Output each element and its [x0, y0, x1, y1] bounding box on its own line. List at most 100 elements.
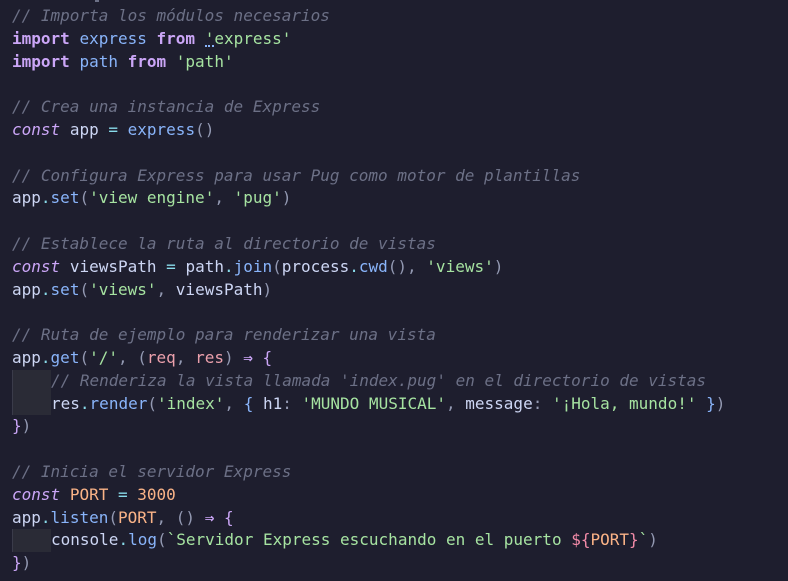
code-token: ) — [223, 348, 234, 367]
code-token: log — [128, 530, 157, 550]
code-token: '/' — [89, 348, 118, 367]
code-token: , — [224, 393, 244, 413]
code-token: 'path' — [175, 51, 234, 71]
code-token: = — [108, 120, 118, 139]
code-token: res — [51, 393, 80, 413]
code-token: ) — [281, 188, 292, 208]
code-token: ( — [79, 348, 90, 367]
code-token: , — [175, 348, 196, 367]
code-line[interactable]: import path from 'path' — [12, 51, 234, 74]
code-token: ) — [715, 393, 726, 413]
code-token: res — [195, 348, 224, 367]
code-line[interactable]: // Renderiza la vista llamada 'index.pug… — [12, 369, 706, 393]
code-token: 'views' — [89, 279, 157, 299]
code-token: path — [185, 256, 224, 276]
code-token: listen — [50, 507, 109, 527]
code-token: const — [12, 120, 61, 139]
code-token: ( — [79, 279, 90, 299]
code-line[interactable]: app.set('view engine', 'pug') — [12, 187, 291, 210]
code-token: set — [50, 188, 80, 208]
code-token: . — [40, 188, 51, 208]
code-token: , — [156, 507, 176, 527]
code-token: } — [706, 393, 716, 413]
code-token: . — [40, 348, 51, 367]
code-token: app — [12, 348, 41, 367]
code-token: , — [214, 188, 234, 208]
code-token: express — [127, 120, 196, 139]
code-line[interactable]: // Ruta de ejemplo para renderizar una v… — [12, 324, 436, 347]
code-token: = — [117, 484, 128, 504]
code-line[interactable]: app.set('views', viewsPath) — [12, 279, 272, 302]
code-line[interactable]: console.log(`Servidor Express escuchando… — [12, 529, 658, 553]
code-editor[interactable]: // Importa los módulos necesarios import … — [0, 0, 788, 581]
code-token: 'MUNDO MUSICAL' — [301, 393, 447, 413]
code-token: ) — [21, 553, 32, 573]
code-line[interactable]: const viewsPath = path.join(process.cwd(… — [12, 256, 503, 279]
code-token: PORT — [590, 530, 629, 550]
code-token: set — [50, 279, 80, 299]
code-line[interactable]: // Configura Express para usar Pug como … — [12, 165, 580, 188]
code-token: get — [50, 348, 80, 367]
code-line[interactable]: // Crea una instancia de Express — [12, 96, 320, 119]
code-token: path — [79, 51, 118, 71]
code-token: , — [446, 393, 466, 413]
code-token: cwd — [358, 256, 388, 276]
code-line[interactable]: import express from 'express' — [12, 28, 291, 51]
code-token: ( — [108, 507, 118, 527]
code-token: . — [349, 256, 359, 276]
code-token: { — [243, 393, 254, 413]
code-token: , — [156, 279, 176, 299]
code-token: ( — [79, 188, 90, 208]
code-token: from — [156, 28, 196, 48]
code-token: app — [12, 279, 41, 299]
code-token: ' — [204, 28, 215, 48]
code-token: } — [12, 553, 22, 573]
code-token: import — [12, 51, 70, 71]
code-token: { — [262, 348, 273, 367]
code-token: } — [629, 530, 639, 550]
code-token: render — [89, 393, 148, 413]
code-token: { — [223, 507, 234, 527]
code-token: 'pug' — [233, 188, 282, 208]
code-token: viewsPath — [69, 256, 157, 276]
code-line[interactable]: // Inicia el servidor Express — [12, 461, 291, 484]
code-line[interactable]: }) — [12, 552, 31, 575]
code-line[interactable]: app.get('/', (req, res) ⇒ { — [12, 347, 272, 370]
code-token: . — [40, 279, 51, 299]
code-token: = — [166, 256, 176, 276]
code-token: h1 — [253, 393, 283, 413]
code-line[interactable]: // Establece la ruta al directorio de vi… — [12, 233, 436, 256]
scroll-edge-marker — [95, 0, 99, 2]
code-token: : — [532, 393, 552, 413]
code-line[interactable]: const PORT = 3000 — [12, 484, 176, 507]
code-token: } — [12, 416, 22, 436]
code-line[interactable]: res.render('index', { h1: 'MUNDO MUSICAL… — [12, 392, 726, 416]
code-token: , — [118, 348, 138, 367]
code-token: . — [118, 530, 129, 550]
code-token: '¡Hola, mundo!' — [551, 393, 697, 413]
code-token: 3000 — [137, 484, 176, 504]
code-line[interactable]: const app = express() — [12, 119, 214, 142]
code-line[interactable]: // Importa los módulos necesarios — [12, 5, 330, 28]
code-token: 'view engine' — [89, 188, 215, 208]
code-token: ( — [272, 256, 282, 276]
code-line[interactable]: app.listen(PORT, () ⇒ { — [12, 507, 234, 530]
code-line[interactable]: }) — [12, 415, 31, 438]
code-token: join — [233, 256, 273, 276]
code-token: // Crea una instancia de Express — [12, 97, 321, 117]
code-token: . — [40, 507, 51, 527]
code-token: . — [79, 393, 90, 413]
